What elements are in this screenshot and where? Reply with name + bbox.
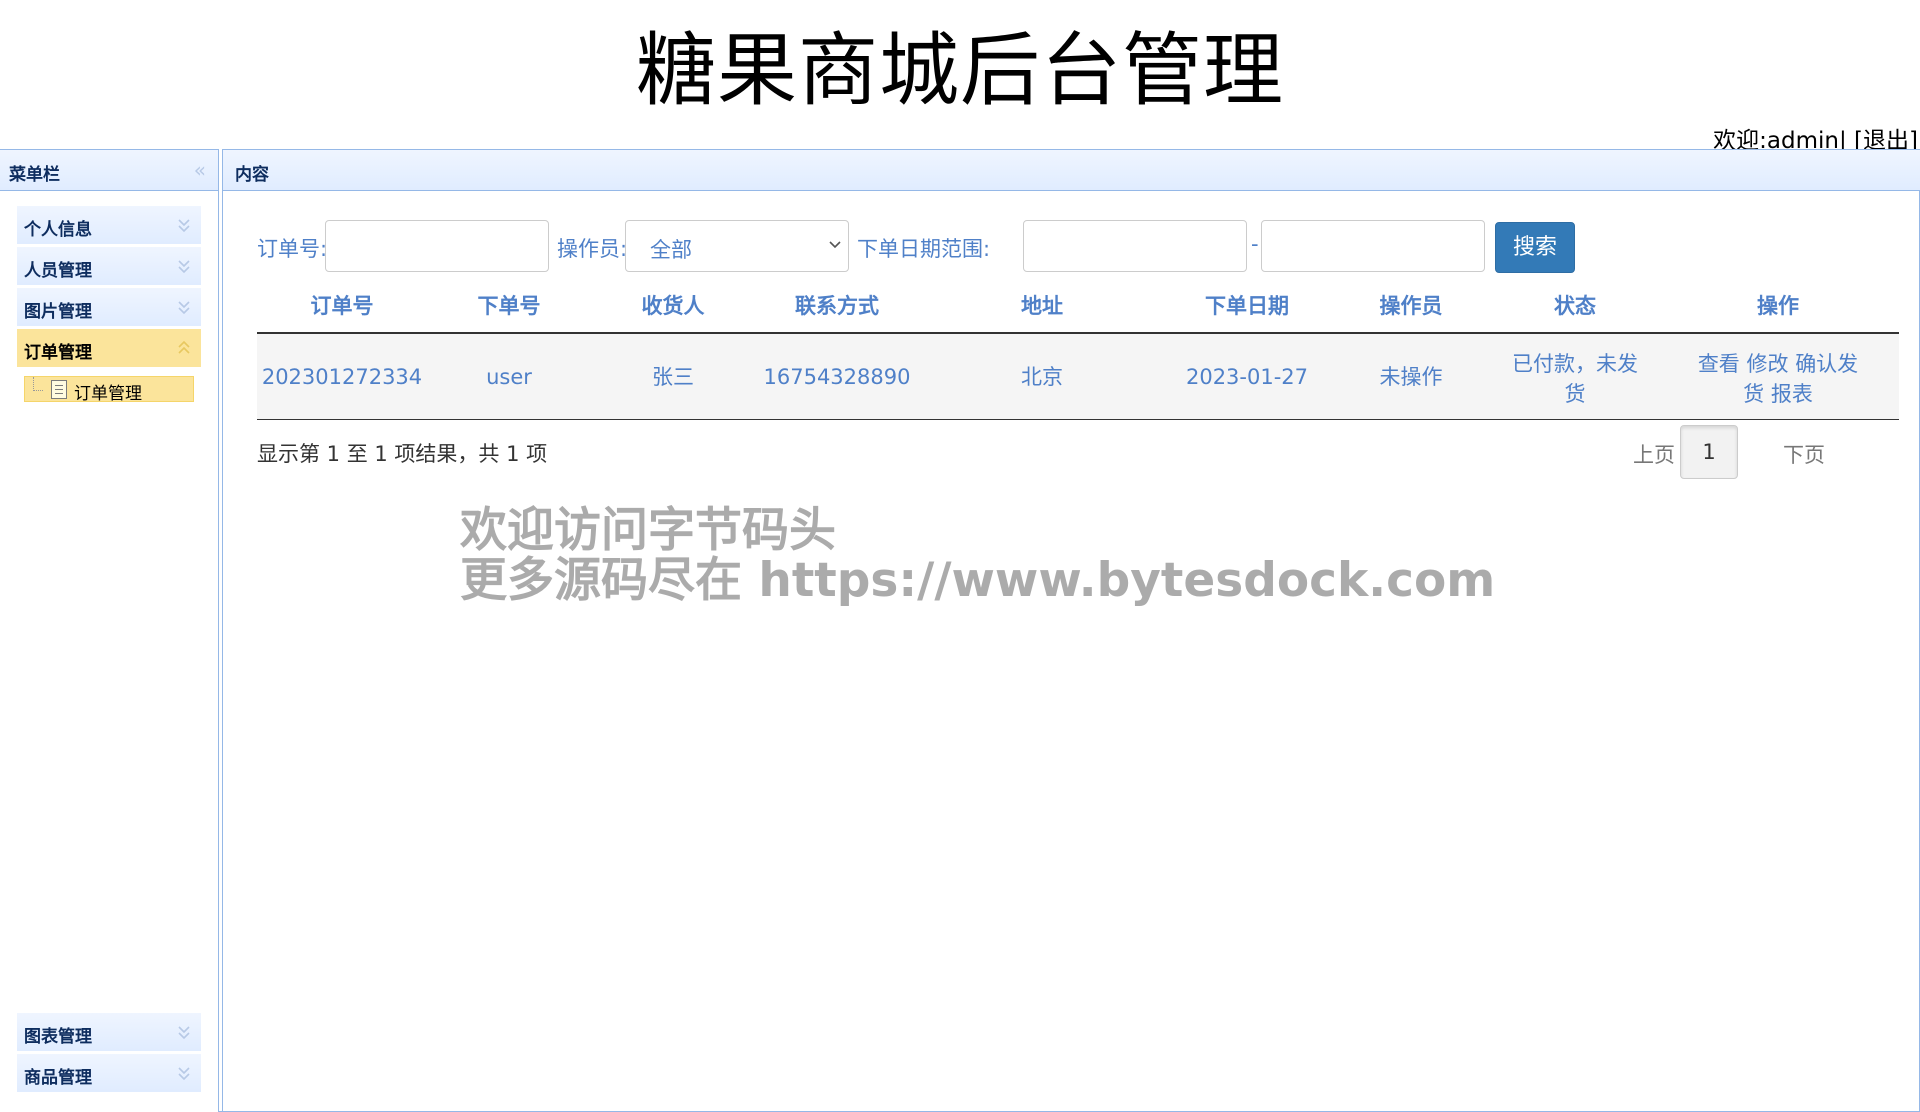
chevron-down-icon [178, 301, 190, 315]
column-header: 下单日期 [1205, 294, 1289, 318]
menu-item-label: 图表管理 [24, 1027, 92, 1047]
date-range-dash: - [1251, 232, 1259, 256]
order-no-input[interactable] [325, 220, 549, 272]
column-header: 地址 [1021, 294, 1063, 318]
menu-item-charts[interactable]: 图表管理 [17, 1013, 201, 1052]
column-header: 收货人 [641, 294, 705, 318]
watermark: 欢迎访问字节码头 更多源码尽在 https://www.bytesdock.co… [460, 506, 1495, 606]
order-no-label: 订单号: [257, 237, 328, 261]
column-header: 状态 [1554, 294, 1596, 318]
menu-item-label: 个人信息 [24, 220, 92, 240]
report-link[interactable]: 报表 [1771, 382, 1813, 406]
table-header: 订单号 下单号 收货人 联系方式 地址 下单日期 操作员 状态 操作 [257, 284, 1899, 334]
page-icon [51, 380, 67, 399]
watermark-line: 欢迎访问字节码头 [460, 503, 836, 558]
operator-select[interactable]: 全部 [625, 220, 849, 272]
column-header: 联系方式 [795, 294, 879, 318]
menu-item-label: 人员管理 [24, 261, 92, 281]
cell-address: 北京 [1021, 365, 1063, 389]
menu-item-label: 商品管理 [24, 1068, 92, 1088]
operator-select-value: 全部 [650, 238, 692, 262]
tree-line [33, 377, 43, 391]
menu-item-label: 图片管理 [24, 302, 92, 322]
pagination-info: 显示第 1 至 1 项结果，共 1 项 [257, 442, 548, 466]
column-header: 订单号 [310, 294, 374, 318]
cell-status: 已付款，未发 货 [1493, 349, 1657, 409]
menu-item-images[interactable]: 图片管理 [17, 288, 201, 327]
menu-panel-header: 菜单栏 « [0, 150, 218, 191]
chevron-down-icon [178, 260, 190, 274]
chevron-down-icon [178, 1067, 190, 1081]
sub-menu-item-orders[interactable]: 订单管理 [24, 376, 194, 404]
cell-order-no: 202301272334 [261, 365, 423, 389]
next-page-button[interactable]: 下页 [1783, 439, 1825, 469]
confirm-ship-link[interactable]: 确认发 [1795, 352, 1858, 376]
content-panel: 内容 订单号: 操作员: 全部 下单日期范围: - 搜索 订单号 下单号 收货人… [222, 149, 1920, 1112]
confirm-ship-link[interactable]: 货 [1743, 382, 1764, 406]
menu-panel: 菜单栏 « 个人信息 人员管理 图片管理 订单管理 订单管理 图表管理 商品管理 [0, 149, 219, 1112]
column-header: 操作 [1757, 294, 1799, 318]
date-range-label: 下单日期范围: [857, 237, 991, 261]
status-line: 货 [1564, 382, 1586, 406]
chevron-up-icon [178, 340, 190, 354]
cell-user: user [486, 365, 532, 389]
page-header: 糖果商城后台管理 欢迎:admin| [退出] [0, 0, 1920, 154]
date-to-input[interactable] [1261, 220, 1485, 272]
menu-item-orders[interactable]: 订单管理 [17, 329, 201, 368]
menu-item-label: 订单管理 [24, 343, 92, 363]
cell-receiver: 张三 [652, 365, 694, 389]
cell-date: 2023-01-27 [1185, 365, 1309, 389]
date-from-input[interactable] [1023, 220, 1247, 272]
menu-panel-title: 菜单栏 [9, 165, 60, 185]
cell-operations: 查看 修改 确认发 货 报表 [1657, 349, 1899, 409]
menu-item-profile[interactable]: 个人信息 [17, 206, 201, 245]
prev-page-button[interactable]: 上页 [1633, 439, 1675, 469]
select-caret-icon [829, 241, 841, 249]
menu-item-products[interactable]: 商品管理 [17, 1054, 201, 1093]
orders-table: 订单号 下单号 收货人 联系方式 地址 下单日期 操作员 状态 操作 20230… [257, 284, 1899, 420]
collapse-left-icon[interactable]: « [194, 158, 206, 182]
status-line: 已付款，未发 [1512, 352, 1638, 376]
watermark-line: 更多源码尽在 https://www.bytesdock.com [460, 553, 1496, 608]
sub-menu-label: 订单管理 [74, 384, 142, 404]
search-button[interactable]: 搜索 [1495, 222, 1575, 273]
chevron-down-icon [178, 219, 190, 233]
view-link[interactable]: 查看 [1698, 352, 1740, 376]
column-header: 操作员 [1379, 294, 1443, 318]
cell-operator: 未操作 [1379, 365, 1443, 389]
chevron-down-icon [178, 1026, 190, 1040]
edit-link[interactable]: 修改 [1747, 352, 1789, 376]
cell-phone: 16754328890 [763, 365, 911, 389]
site-title: 糖果商城后台管理 [636, 24, 1284, 117]
current-page-button[interactable]: 1 [1680, 425, 1738, 479]
table-row: 202301272334 user 张三 16754328890 北京 2023… [257, 334, 1899, 420]
column-header: 下单号 [477, 294, 541, 318]
menu-item-staff[interactable]: 人员管理 [17, 247, 201, 286]
content-panel-header: 内容 [223, 150, 1920, 191]
pagination: 上页 1 下页 [1633, 425, 1901, 481]
operator-label: 操作员: [557, 237, 628, 261]
content-panel-title: 内容 [235, 165, 269, 185]
